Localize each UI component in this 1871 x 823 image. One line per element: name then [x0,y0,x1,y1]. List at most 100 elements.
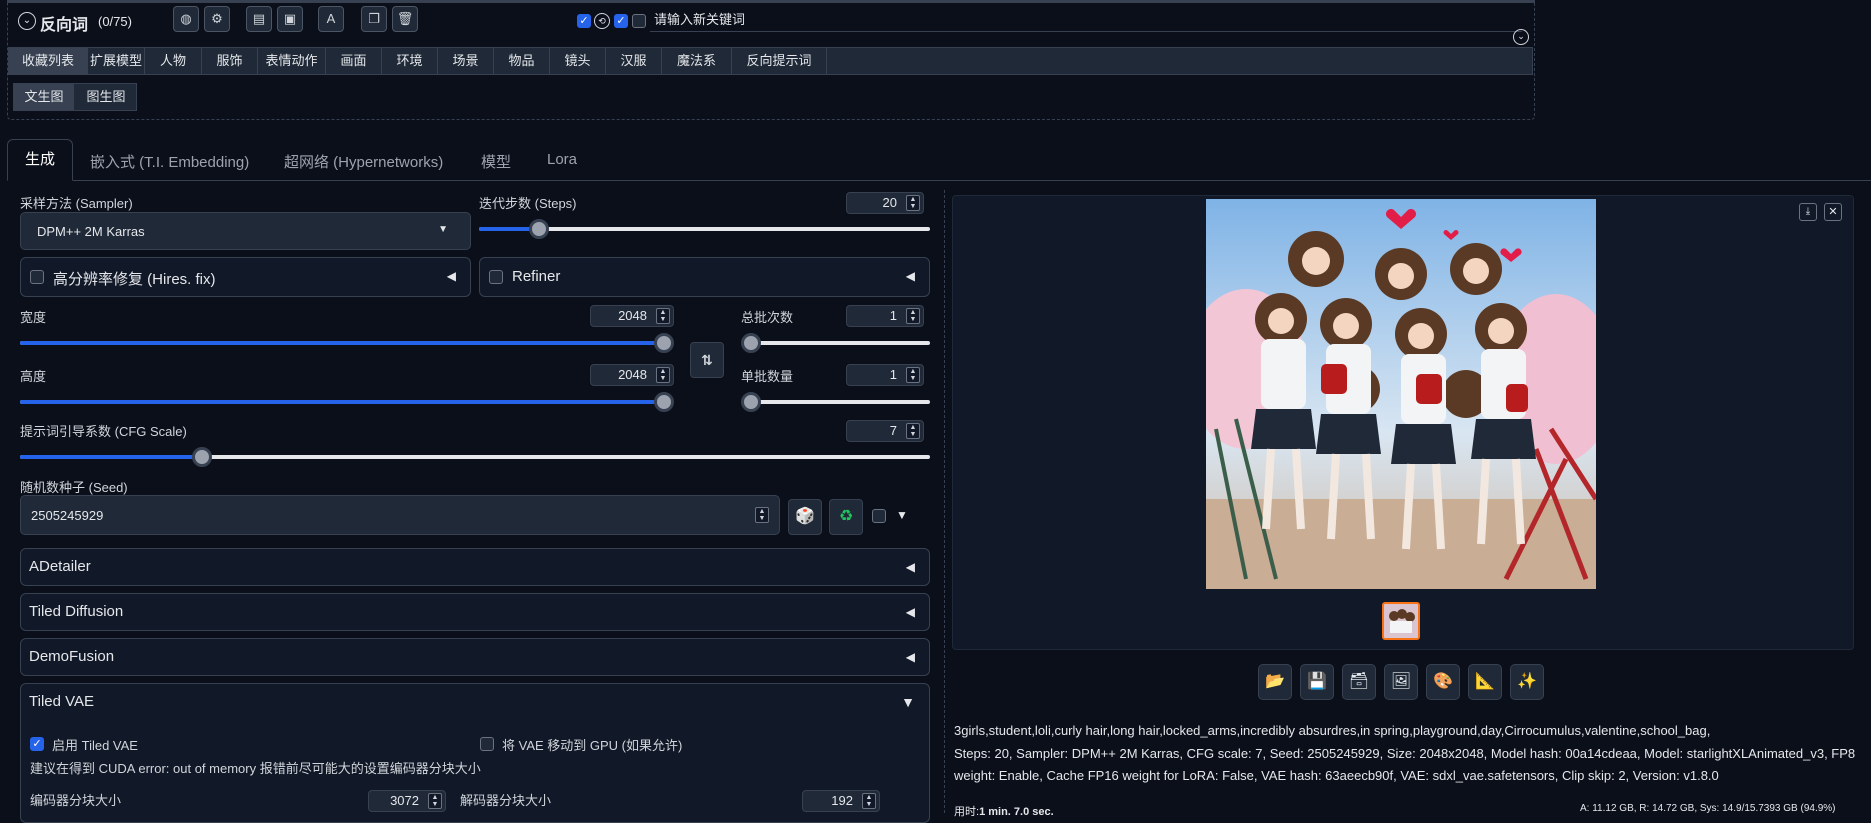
height-slider[interactable] [20,392,674,412]
checkbox-2[interactable]: ✓ [614,14,628,28]
decoder-tile-input[interactable]: 192 ▲ ▼ [802,790,880,812]
category-tab[interactable]: 表情动作 [258,47,326,75]
sparkle-icon[interactable]: ✨ [1510,664,1544,700]
seed-input[interactable]: 2505245929 ▲ ▼ [20,495,780,535]
tab-model[interactable]: 模型 [481,151,511,172]
tiled-diffusion-accordion[interactable]: Tiled Diffusion ◀ [20,593,930,631]
collapse-triangle-icon[interactable]: ◀ [447,269,456,283]
ruler-icon[interactable]: 📐 [1468,664,1502,700]
batch-count-input[interactable]: 1 ▲ ▼ [846,305,924,327]
spinner-icon[interactable]: ▲ ▼ [428,793,442,809]
collapse-icon[interactable]: ⌄ [18,12,36,30]
batch-size-label: 单批数量 [741,369,794,384]
generated-image[interactable] [1206,199,1596,589]
demofusion-accordion[interactable]: DemoFusion ◀ [20,638,930,676]
recycle-icon[interactable]: ♻ [829,499,863,535]
globe-icon[interactable]: ◍ [173,6,199,32]
category-tab[interactable]: 场景 [438,47,494,75]
sub-tab-txt2img[interactable]: 文生图 [14,84,74,110]
category-tab[interactable]: 扩展模型 [88,47,145,75]
sampler-label: 采样方法 (Sampler) [20,196,133,211]
spinner-icon[interactable]: ▲ ▼ [906,195,920,211]
category-tab[interactable]: 反向提示词 [732,47,827,75]
tab-hypernetworks[interactable]: 超网络 (Hypernetworks) [284,151,443,172]
spinner-icon[interactable]: ▲ ▼ [656,308,670,324]
hires-fix-panel[interactable]: 高分辨率修复 (Hires. fix) ◀ [20,257,471,297]
batch-size-knob[interactable] [741,392,761,412]
image-icon[interactable]: 🖼 [1384,664,1418,700]
spinner-icon[interactable]: ▲ ▼ [862,793,876,809]
spinner-icon[interactable]: ▲ ▼ [755,507,769,523]
cfg-slider[interactable] [20,447,930,467]
height-knob[interactable] [654,392,674,412]
time-value: 1 min. 7.0 sec. [979,806,1054,818]
extra-seed-checkbox[interactable] [872,509,886,523]
steps-input[interactable]: 20 ▲ ▼ [846,192,924,214]
category-tab[interactable]: 环境 [382,47,438,75]
batch-size-slider[interactable] [741,392,930,412]
move-vae-gpu-checkbox[interactable] [480,737,494,751]
width-knob[interactable] [654,333,674,353]
width-label: 宽度 [20,310,47,325]
checkbox-3[interactable] [632,14,646,28]
tab-embedding[interactable]: 嵌入式 (T.I. Embedding) [90,151,249,172]
checkbox-1[interactable]: ✓ [577,14,591,28]
cfg-knob[interactable] [192,447,212,467]
category-tab[interactable]: 服饰 [202,47,258,75]
bookmark-icon[interactable]: ▣ [277,6,303,32]
collapse-triangle-icon[interactable]: ◀ [906,269,915,283]
hires-checkbox[interactable] [30,270,44,284]
swap-dimensions-icon[interactable]: ⇅ [690,342,724,378]
enable-tiled-vae-checkbox[interactable]: ✓ [30,737,44,751]
encoder-tile-input[interactable]: 3072 ▲ ▼ [368,790,446,812]
translate-icon[interactable]: A [318,6,344,32]
width-input[interactable]: 2048 ▲ ▼ [590,305,674,327]
category-tab[interactable]: 物品 [494,47,550,75]
history-icon[interactable]: ⟲ [594,13,610,29]
keyword-input[interactable]: 请输入新关键词 [650,8,1522,32]
tiled-vae-label: Tiled VAE [29,693,95,710]
spinner-icon[interactable]: ▲ ▼ [906,308,920,324]
close-icon[interactable]: ✕ [1824,203,1842,221]
tab-lora[interactable]: Lora [547,151,577,168]
sampler-dropdown[interactable]: DPM++ 2M Karras ▼ [20,212,471,250]
category-tab[interactable]: 人物 [145,47,202,75]
spinner-icon[interactable]: ▲ ▼ [906,367,920,383]
width-slider[interactable] [20,333,674,353]
dropdown-triangle-icon[interactable]: ▼ [896,508,908,522]
category-tab[interactable]: 收藏列表 [9,47,88,75]
cfg-input[interactable]: 7 ▲ ▼ [846,420,924,442]
save-icon[interactable]: 💾 [1300,664,1334,700]
category-tab[interactable]: 镜头 [550,47,606,75]
category-tab[interactable]: 画面 [326,47,382,75]
category-tab[interactable]: 魔法系 [662,47,732,75]
refiner-checkbox[interactable] [489,270,503,284]
thumbnail-image[interactable] [1382,602,1420,640]
batch-count-knob[interactable] [741,333,761,353]
expand-icon[interactable]: ⌄ [1513,29,1529,45]
steps-slider[interactable] [479,219,930,239]
spinner-icon[interactable]: ▲ ▼ [656,367,670,383]
steps-knob[interactable] [528,219,549,239]
height-input[interactable]: 2048 ▲ ▼ [590,364,674,386]
sub-tab-img2img[interactable]: 图生图 [76,84,136,110]
sampler-value: DPM++ 2M Karras [37,224,145,239]
adetailer-accordion[interactable]: ADetailer ◀ [20,548,930,586]
dice-icon[interactable]: 🎲 [788,499,822,535]
trash-icon[interactable]: 🗑 [392,6,418,32]
batch-size-input[interactable]: 1 ▲ ▼ [846,364,924,386]
doc-search-icon[interactable]: ▤ [246,6,272,32]
refiner-panel[interactable]: Refiner ◀ [479,257,930,297]
palette-icon[interactable]: 🎨 [1426,664,1460,700]
zip-icon[interactable]: 🗃 [1342,664,1376,700]
copy-icon[interactable]: ❐ [361,6,387,32]
batch-count-label: 总批次数 [741,310,794,325]
category-tab[interactable]: 汉服 [606,47,662,75]
spinner-icon[interactable]: ▲ ▼ [906,423,920,439]
folder-icon[interactable]: 📂 [1258,664,1292,700]
download-icon[interactable]: ⤓ [1799,203,1817,221]
steps-label: 迭代步数 (Steps) [479,196,577,211]
tab-generate[interactable]: 生成 [7,139,73,181]
batch-count-slider[interactable] [741,333,930,353]
gear-icon[interactable]: ⚙ [204,6,230,32]
